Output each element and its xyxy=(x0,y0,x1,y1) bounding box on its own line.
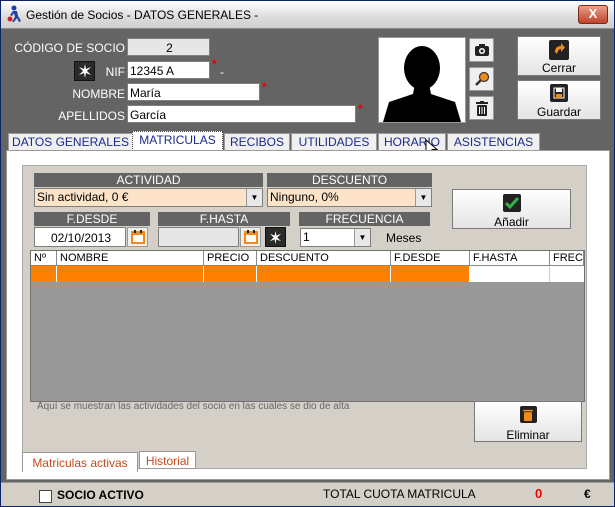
tab-recibos[interactable]: RECIBOS xyxy=(224,133,290,150)
tab-asistencias[interactable]: ASISTENCIAS xyxy=(447,133,540,150)
frecuencia-select-value: 1 xyxy=(303,230,310,244)
app-icon xyxy=(7,5,21,22)
magnifier-icon xyxy=(474,71,489,86)
eliminar-button-label: Eliminar xyxy=(506,428,550,442)
chevron-down-icon: ▼ xyxy=(415,189,431,206)
window-close-button[interactable]: X xyxy=(578,5,608,24)
nombre-label: NOMBRE xyxy=(72,87,125,101)
socios-window: Gestión de Socios - DATOS GENERALES - X … xyxy=(0,0,615,507)
nif-suffix: - xyxy=(220,65,224,79)
person-silhouette-icon xyxy=(383,46,461,122)
descuento-header: DESCUENTO xyxy=(267,173,432,187)
spark-icon xyxy=(78,64,91,78)
table-cell xyxy=(470,266,550,282)
actividad-header: ACTIVIDAD xyxy=(34,173,263,187)
checkmark-icon xyxy=(502,194,521,212)
chevron-down-icon: ▼ xyxy=(246,189,262,206)
table-hint: Aquí se muestran las actividades del soc… xyxy=(37,401,350,412)
apellidos-label: APELLIDOS xyxy=(58,109,125,123)
cerrar-button-label: Cerrar xyxy=(541,61,576,75)
guardar-button[interactable]: Guardar xyxy=(517,80,601,120)
delete-photo-button[interactable] xyxy=(469,96,494,120)
column-header-nombre[interactable]: NOMBRE xyxy=(57,251,204,266)
tab-matriculas[interactable]: MATRICULAS xyxy=(132,131,223,151)
eliminar-button[interactable]: Eliminar xyxy=(474,401,582,442)
frecuencia-header: FRECUENCIA xyxy=(299,212,430,226)
table-cell xyxy=(257,266,391,282)
table-cell xyxy=(391,266,470,282)
column-header-fhasta[interactable]: F.HASTA xyxy=(470,251,550,266)
total-cuota-value: 0 xyxy=(535,486,543,501)
nombre-field[interactable]: María xyxy=(127,83,260,101)
apellidos-field[interactable]: García xyxy=(127,105,356,123)
tab-datos-generales[interactable]: DATOS GENERALES xyxy=(8,133,133,150)
fhasta-field[interactable] xyxy=(158,227,239,247)
column-header-precio[interactable]: PRECIO xyxy=(204,251,257,266)
cerrar-button[interactable]: Cerrar xyxy=(517,36,601,76)
member-photo xyxy=(378,37,466,123)
clear-fhasta-button[interactable] xyxy=(265,227,286,247)
guardar-button-label: Guardar xyxy=(536,105,582,119)
matriculas-table: Nº NOMBRE PRECIO DESCUENTO F.DESDE F.HAS… xyxy=(30,250,585,402)
title-bar: Gestión de Socios - DATOS GENERALES - X xyxy=(1,1,614,29)
nif-required-mark: * xyxy=(212,57,217,71)
frecuencia-select[interactable]: 1 ▼ xyxy=(300,228,371,247)
currency-symbol: € xyxy=(584,487,591,501)
descuento-select[interactable]: Ninguno, 0% ▼ xyxy=(267,188,432,207)
search-photo-button[interactable] xyxy=(469,67,494,91)
table-cell xyxy=(550,266,584,282)
table-cell xyxy=(57,266,204,282)
column-header-frec[interactable]: FREC xyxy=(550,251,584,266)
window-title: Gestión de Socios - DATOS GENERALES - xyxy=(26,8,259,22)
spark-icon xyxy=(269,230,282,244)
codigo-label: CÓDIGO DE SOCIO xyxy=(14,41,125,55)
column-header-descuento[interactable]: DESCUENTO xyxy=(257,251,391,266)
actividad-select-value: Sin actividad, 0 € xyxy=(37,190,129,204)
socio-activo-checkbox[interactable] xyxy=(39,490,52,503)
fdesde-header: F.DESDE xyxy=(34,212,150,226)
calendar-icon xyxy=(130,230,145,244)
fdesde-calendar-button[interactable] xyxy=(127,227,148,247)
calendar-icon xyxy=(243,230,258,244)
nif-label: NIF xyxy=(105,65,125,79)
anadir-button[interactable]: Añadir xyxy=(452,189,571,229)
descuento-select-value: Ninguno, 0% xyxy=(270,190,339,204)
table-cell xyxy=(31,266,57,282)
chevron-down-icon: ▼ xyxy=(354,229,370,246)
codigo-field: 2 xyxy=(127,38,210,56)
column-header-fdesde[interactable]: F.DESDE xyxy=(391,251,470,266)
generate-nif-button[interactable] xyxy=(74,61,95,81)
nif-field[interactable]: 12345 A xyxy=(127,61,210,79)
actividad-select[interactable]: Sin actividad, 0 € ▼ xyxy=(34,188,263,207)
apellidos-required-mark: * xyxy=(358,102,363,116)
table-cell xyxy=(204,266,257,282)
fhasta-header: F.HASTA xyxy=(158,212,290,226)
trash-icon xyxy=(475,100,488,116)
undo-icon xyxy=(549,40,569,60)
fhasta-calendar-button[interactable] xyxy=(240,227,261,247)
fdesde-field[interactable]: 02/10/2013 xyxy=(34,227,126,247)
subtab-historial[interactable]: Historial xyxy=(139,451,196,469)
status-bar: SOCIO ACTIVO TOTAL CUOTA MATRICULA 0 € xyxy=(1,482,614,506)
save-icon xyxy=(550,84,568,102)
take-photo-button[interactable] xyxy=(469,38,494,62)
tab-utilidades[interactable]: UTILIDADES xyxy=(291,133,377,150)
main-tabs: DATOS GENERALES MATRICULAS RECIBOS UTILI… xyxy=(1,131,614,151)
total-cuota-label: TOTAL CUOTA MATRICULA xyxy=(323,487,476,501)
subtab-matriculas-activas[interactable]: Matriculas activas xyxy=(22,452,138,472)
anadir-button-label: Añadir xyxy=(494,215,529,229)
trash-icon xyxy=(519,406,537,423)
column-header-numero[interactable]: Nº xyxy=(31,251,57,266)
camera-icon xyxy=(474,44,489,56)
socio-activo-label: SOCIO ACTIVO xyxy=(57,488,144,502)
nombre-required-mark: * xyxy=(262,80,267,94)
meses-label: Meses xyxy=(386,231,422,245)
